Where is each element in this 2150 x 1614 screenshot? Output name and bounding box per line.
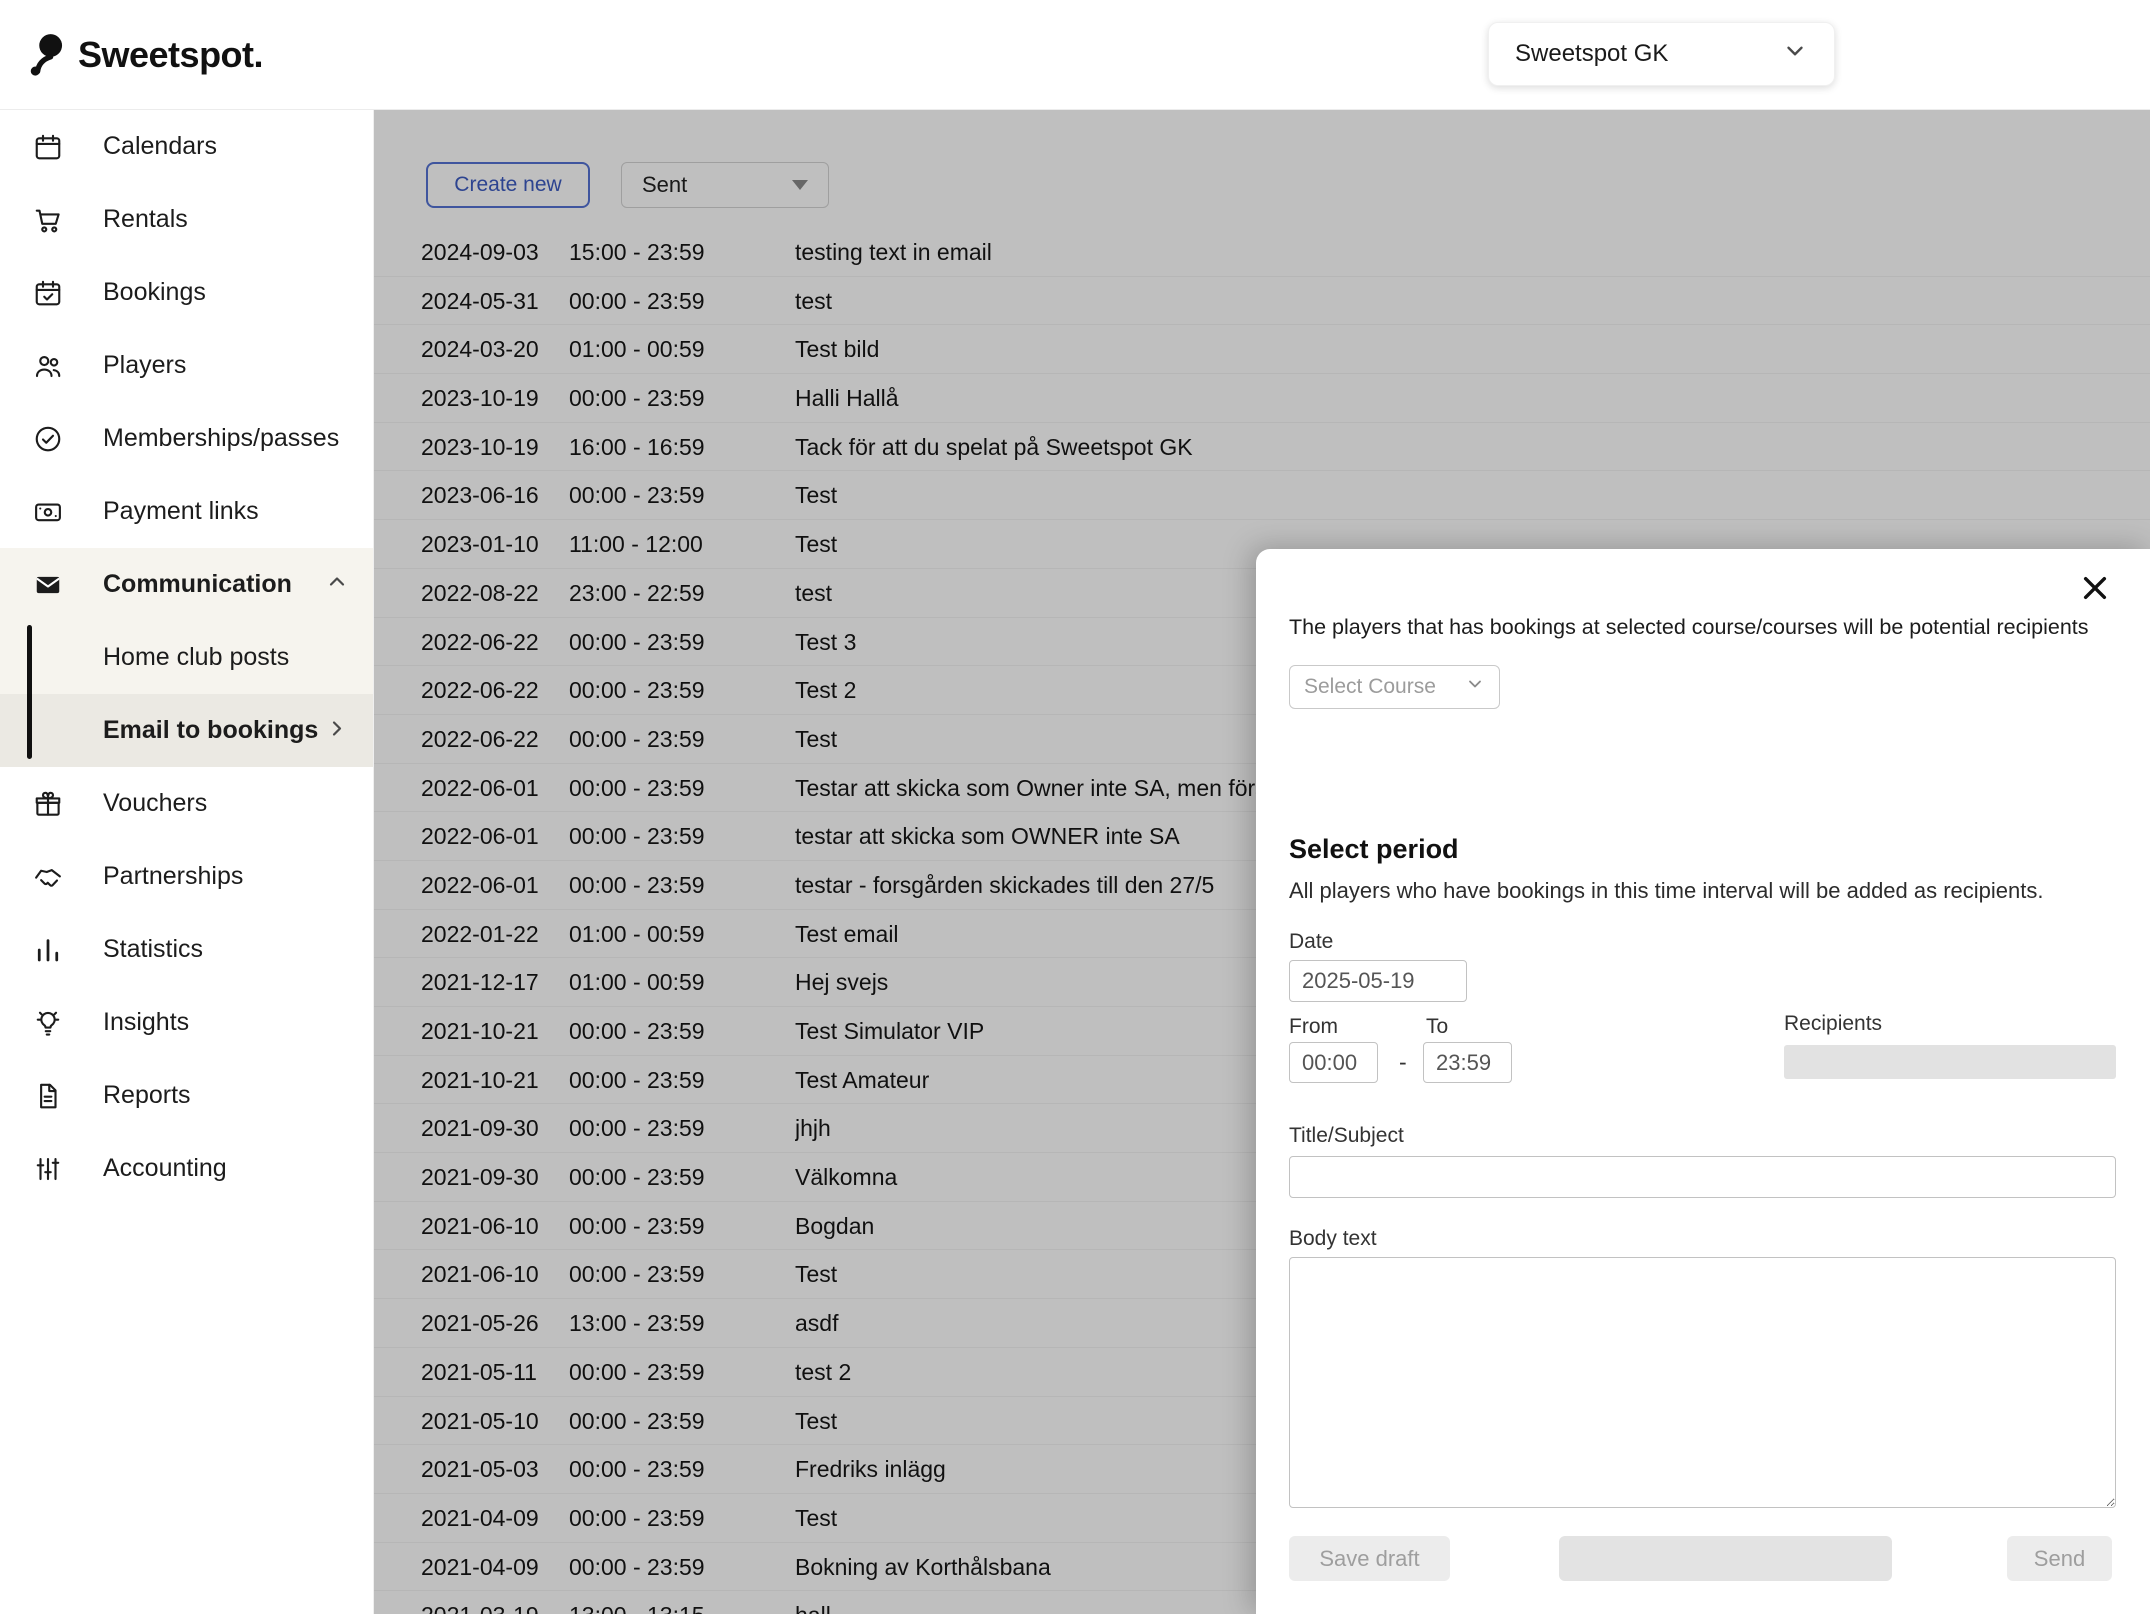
disabled-action-placeholder <box>1559 1536 1892 1581</box>
title-subject-label: Title/Subject <box>1289 1124 1404 1148</box>
club-selector-value: Sweetspot GK <box>1515 40 1668 68</box>
time-range-separator: - <box>1399 1049 1407 1076</box>
bar-chart-icon <box>33 935 63 965</box>
users-icon <box>33 351 63 381</box>
sidebar-item-label: Memberships/passes <box>103 424 339 453</box>
course-select-placeholder: Select Course <box>1304 675 1436 699</box>
sliders-icon <box>33 1154 63 1184</box>
recipients-label: Recipients <box>1784 1012 1882 1036</box>
recipients-info-text: The players that has bookings at selecte… <box>1289 615 2130 640</box>
sidebar-item-vouchers[interactable]: Vouchers <box>0 767 373 840</box>
sidebar-item-label: Calendars <box>103 132 217 161</box>
to-label: To <box>1426 1015 1448 1039</box>
select-period-heading: Select period <box>1289 834 1459 865</box>
chevron-up-icon <box>325 570 349 599</box>
time-to-input[interactable] <box>1423 1042 1512 1083</box>
sidebar-item-label: Home club posts <box>103 643 289 672</box>
send-button[interactable]: Send <box>2007 1536 2112 1581</box>
sidebar-item-label: Bookings <box>103 278 206 307</box>
envelope-icon <box>33 570 63 600</box>
sidebar-item-payment-links[interactable]: Payment links <box>0 475 373 548</box>
handshake-icon <box>33 862 63 892</box>
sidebar-item-label: Reports <box>103 1081 191 1110</box>
document-icon <box>33 1081 63 1111</box>
email-compose-modal: The players that has bookings at selecte… <box>1256 549 2150 1614</box>
gift-icon <box>33 789 63 819</box>
club-selector[interactable]: Sweetspot GK <box>1488 22 1835 86</box>
sidebar-item-insights[interactable]: Insights <box>0 986 373 1059</box>
sidebar-item-communication[interactable]: Communication <box>0 548 373 621</box>
logo-text: Sweetspot. <box>78 34 263 76</box>
body-text-label: Body text <box>1289 1227 1377 1251</box>
chevron-right-icon <box>325 716 349 745</box>
sidebar-item-home-club-posts[interactable]: Home club posts <box>0 621 373 694</box>
sidebar-group-communication: Communication Home club posts Email to b… <box>0 548 373 767</box>
sidebar-item-partnerships[interactable]: Partnerships <box>0 840 373 913</box>
payment-card-icon <box>33 497 63 527</box>
sidebar-item-statistics[interactable]: Statistics <box>0 913 373 986</box>
sidebar-item-label: Vouchers <box>103 789 207 818</box>
title-subject-input[interactable] <box>1289 1156 2116 1198</box>
sidebar-item-label: Email to bookings <box>103 716 318 745</box>
save-draft-button[interactable]: Save draft <box>1289 1536 1450 1581</box>
select-period-subtitle: All players who have bookings in this ti… <box>1289 878 2044 904</box>
sidebar-item-label: Players <box>103 351 186 380</box>
body-text-input[interactable] <box>1289 1257 2116 1508</box>
lightbulb-icon <box>33 1008 63 1038</box>
sweetspot-logo-icon <box>28 33 66 77</box>
sidebar-item-rentals[interactable]: Rentals <box>0 183 373 256</box>
close-icon[interactable] <box>2076 569 2114 607</box>
sidebar: Calendars Rentals Bookings Players Membe <box>0 110 374 1614</box>
sidebar-item-players[interactable]: Players <box>0 329 373 402</box>
date-label: Date <box>1289 930 1333 954</box>
logo: Sweetspot. <box>28 0 263 110</box>
sidebar-item-label: Statistics <box>103 935 203 964</box>
sidebar-item-label: Communication <box>103 570 292 599</box>
chevron-down-icon <box>1465 674 1485 700</box>
sidebar-item-label: Partnerships <box>103 862 243 891</box>
recipients-field[interactable] <box>1784 1045 2116 1079</box>
sidebar-item-label: Accounting <box>103 1154 227 1183</box>
sidebar-item-label: Insights <box>103 1008 189 1037</box>
course-select[interactable]: Select Course <box>1289 665 1500 709</box>
trolley-icon <box>33 205 63 235</box>
sidebar-item-bookings[interactable]: Bookings <box>0 256 373 329</box>
time-from-input[interactable] <box>1289 1042 1378 1083</box>
sidebar-item-label: Rentals <box>103 205 188 234</box>
from-label: From <box>1289 1015 1338 1039</box>
date-input[interactable] <box>1289 960 1467 1002</box>
sidebar-item-calendars[interactable]: Calendars <box>0 110 373 183</box>
sidebar-item-label: Payment links <box>103 497 259 526</box>
calendar-icon <box>33 132 63 162</box>
communication-submenu: Home club posts Email to bookings <box>0 621 373 767</box>
calendar-check-icon <box>33 278 63 308</box>
app-root: Sweetspot. Sweetspot GK Calendars Rental… <box>0 0 2150 1614</box>
sidebar-item-accounting[interactable]: Accounting <box>0 1132 373 1205</box>
sidebar-item-reports[interactable]: Reports <box>0 1059 373 1132</box>
sidebar-item-memberships[interactable]: Memberships/passes <box>0 402 373 475</box>
chevron-down-icon <box>1782 38 1808 71</box>
badge-check-icon <box>33 424 63 454</box>
top-bar: Sweetspot. Sweetspot GK <box>0 0 2150 110</box>
sidebar-item-email-to-bookings[interactable]: Email to bookings <box>0 694 373 767</box>
